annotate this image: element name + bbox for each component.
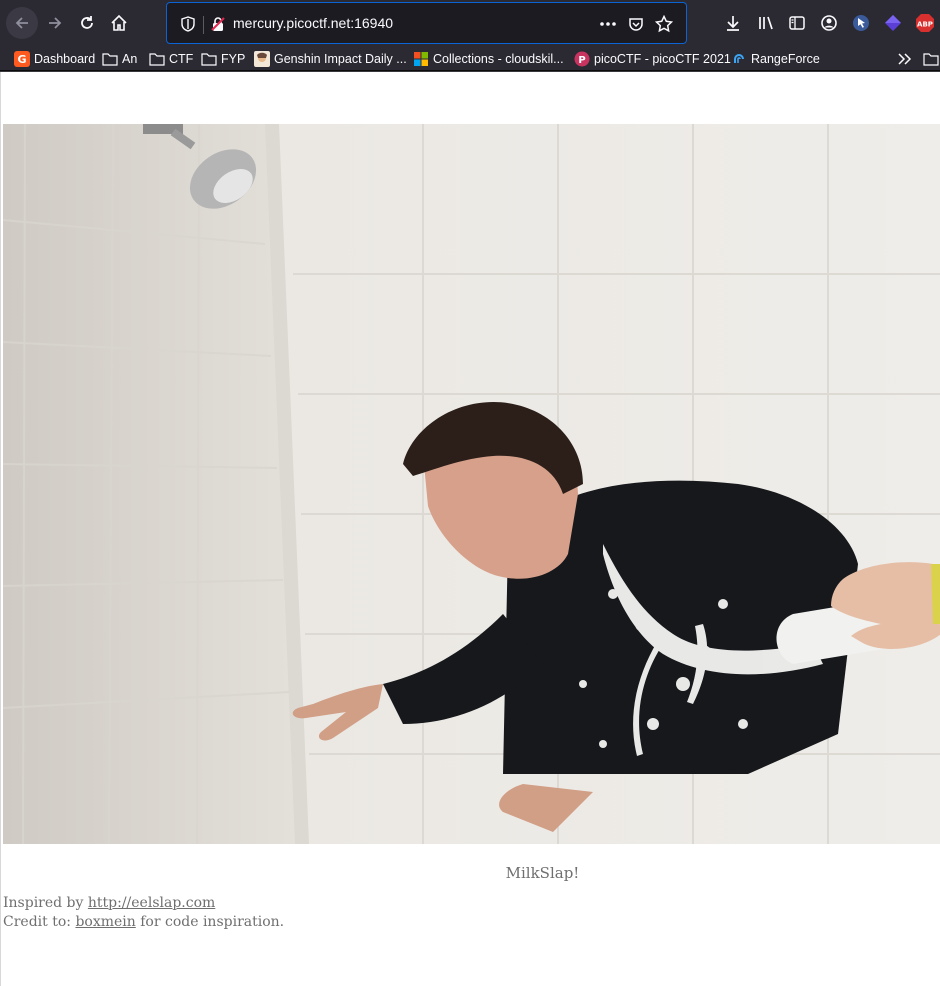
account-icon xyxy=(821,15,837,31)
svg-text:P: P xyxy=(578,55,585,66)
milk-slap-photo xyxy=(3,124,940,844)
downloads-button[interactable] xyxy=(718,8,748,38)
url-text[interactable]: mercury.picoctf.net:16940 xyxy=(233,15,393,31)
sidebar-button[interactable] xyxy=(782,8,812,38)
bookmark-folder-fyp[interactable]: FYP xyxy=(201,50,245,68)
credit-prefix: Credit to: xyxy=(3,913,76,930)
library-button[interactable] xyxy=(751,8,781,38)
bookmark-label: picoCTF - picoCTF 2021 xyxy=(594,52,731,66)
home-button[interactable] xyxy=(104,8,134,38)
credits-block: Inspired by http://eelslap.com Credit to… xyxy=(3,894,284,931)
browser-toolbar: mercury.picoctf.net:16940 ABP xyxy=(0,0,940,46)
credit-line: Credit to: boxmein for code inspiration. xyxy=(3,913,284,932)
urlbar-separator xyxy=(203,16,204,34)
extension-cursor-button[interactable] xyxy=(846,8,876,38)
bookmark-folder-an[interactable]: An xyxy=(102,50,137,68)
eelslap-link[interactable]: http://eelslap.com xyxy=(88,895,215,911)
folder-icon xyxy=(201,51,217,67)
boxmein-link[interactable]: boxmein xyxy=(75,914,135,930)
bookmark-label: RangeForce xyxy=(751,52,820,66)
bookmark-label: Collections - cloudskil... xyxy=(433,52,564,66)
bookmark-star-icon[interactable] xyxy=(655,15,673,33)
download-icon xyxy=(727,16,739,31)
svg-text:ABP: ABP xyxy=(917,21,933,29)
sidebar-icon xyxy=(789,16,805,30)
picoctf-favicon-icon: P xyxy=(574,51,590,67)
bookmark-genshin[interactable]: Genshin Impact Daily ... xyxy=(254,50,407,68)
bookmark-rangeforce[interactable]: RangeForce xyxy=(731,50,820,68)
chevron-double-right-icon xyxy=(898,53,912,65)
reload-icon xyxy=(81,16,93,29)
bookmarks-overflow-button[interactable] xyxy=(897,50,913,68)
url-bar[interactable]: mercury.picoctf.net:16940 xyxy=(166,2,687,44)
web-page: MilkSlap! Inspired by http://eelslap.com… xyxy=(0,72,940,986)
tracking-protection-shield-icon[interactable] xyxy=(179,15,197,33)
cursor-extension-icon xyxy=(853,15,869,31)
bookmark-label: Genshin Impact Daily ... xyxy=(274,52,407,66)
arrow-left-icon xyxy=(15,17,28,29)
folder-icon xyxy=(102,51,118,67)
page-actions-icon[interactable] xyxy=(599,15,617,33)
other-bookmarks-folder[interactable] xyxy=(923,50,939,68)
bookmark-label: CTF xyxy=(169,52,194,66)
rangeforce-favicon-icon xyxy=(731,51,747,67)
bookmark-folder-ctf[interactable]: CTF xyxy=(149,50,193,68)
extension-cube-button[interactable] xyxy=(878,8,908,38)
forward-button[interactable] xyxy=(40,8,70,38)
browser-chrome: mercury.picoctf.net:16940 ABP G Dashboar… xyxy=(0,0,940,72)
account-button[interactable] xyxy=(814,8,844,38)
g2-logo-icon: G xyxy=(14,51,30,67)
bookmark-label: Dashboard xyxy=(34,52,96,66)
bookmarks-toolbar: G Dashboard An CTF FYP Genshin Impact Da… xyxy=(0,46,940,71)
bookmark-collections[interactable]: Collections - cloudskil... xyxy=(413,50,564,68)
adblock-plus-button[interactable]: ABP xyxy=(910,8,940,38)
inspired-prefix: Inspired by xyxy=(3,895,88,911)
genshin-favicon-icon xyxy=(254,51,270,67)
bookmark-dashboard[interactable]: G Dashboard xyxy=(14,50,95,68)
milk-slap-image[interactable] xyxy=(3,124,940,844)
home-icon xyxy=(111,14,127,31)
bookmark-label: FYP xyxy=(221,52,246,66)
pocket-icon[interactable] xyxy=(627,15,645,33)
cube-extension-icon xyxy=(885,15,901,31)
arrow-right-icon xyxy=(49,17,62,29)
page-caption: MilkSlap! xyxy=(505,864,580,882)
bookmark-picoctf[interactable]: P picoCTF - picoCTF 2021 xyxy=(574,50,731,68)
inspired-line: Inspired by http://eelslap.com xyxy=(3,894,284,913)
svg-text:G: G xyxy=(17,53,26,66)
folder-icon xyxy=(923,53,939,66)
reload-button[interactable] xyxy=(72,8,102,38)
credit-suffix: for code inspiration. xyxy=(135,913,285,930)
bookmark-label: An xyxy=(122,52,138,66)
insecure-lock-icon[interactable] xyxy=(209,15,227,33)
adblock-plus-icon: ABP xyxy=(916,14,934,32)
back-button[interactable] xyxy=(6,7,38,39)
folder-icon xyxy=(149,51,165,67)
library-icon xyxy=(759,16,773,30)
microsoft-logo-icon xyxy=(413,51,429,67)
